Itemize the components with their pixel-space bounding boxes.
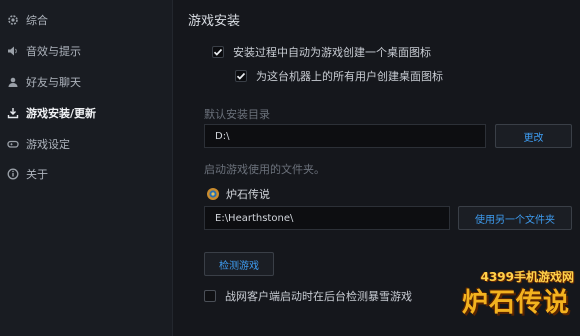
change-button[interactable]: 更改 (495, 124, 572, 148)
sidebar-item-label: 游戏设定 (26, 138, 70, 151)
sidebar-item-friends[interactable]: 好友与聊天 (0, 69, 172, 95)
sidebar-item-general[interactable]: 综合 (0, 7, 172, 33)
checkmark-icon (236, 72, 246, 80)
default-dir-label: 默认安装目录 (204, 108, 270, 121)
use-other-folder-button[interactable]: 使用另一个文件夹 (458, 206, 572, 230)
sidebar-item-label: 好友与聊天 (26, 76, 81, 89)
desktop-icon-checkbox[interactable] (212, 46, 224, 58)
game-path-input[interactable]: E:\Hearthstone\ (204, 206, 450, 230)
sidebar-item-game-settings[interactable]: 游戏设定 (0, 131, 172, 157)
detect-startup-label: 战网客户端启动时在后台检测暴雪游戏 (225, 290, 412, 303)
sidebar-item-about[interactable]: 关于 (0, 161, 172, 187)
sidebar-item-label: 关于 (26, 168, 48, 181)
gamepad-icon (6, 137, 20, 151)
checkmark-icon (213, 48, 223, 56)
detect-startup-option[interactable]: 战网客户端启动时在后台检测暴雪游戏 (204, 288, 412, 304)
watermark-logo: 4399手机游戏网 炉石传说 (454, 268, 574, 334)
hearthstone-icon (207, 188, 219, 200)
desktop-icon-label: 安装过程中自动为游戏创建一个桌面图标 (233, 46, 431, 59)
detect-startup-checkbox[interactable] (204, 290, 216, 302)
sidebar: 综合 音效与提示 好友与聊天 游戏安装/更新 游戏设定 关于 (0, 0, 173, 336)
gear-icon (6, 13, 20, 27)
folder-label: 启动游戏使用的文件夹。 (204, 163, 325, 176)
all-users-checkbox[interactable] (235, 70, 247, 82)
detect-games-button[interactable]: 检测游戏 (204, 252, 274, 276)
watermark-game-logo-text: 炉石传说 (461, 288, 570, 318)
sidebar-item-install-update[interactable]: 游戏安装/更新 (0, 100, 172, 126)
all-users-option[interactable]: 为这台机器上的所有用户创建桌面图标 (235, 68, 443, 84)
sidebar-item-label: 综合 (26, 14, 48, 27)
friends-icon (6, 75, 20, 89)
speaker-icon (6, 44, 20, 58)
game-entry: 炉石传说 (206, 186, 270, 202)
desktop-icon-option[interactable]: 安装过程中自动为游戏创建一个桌面图标 (212, 44, 431, 60)
game-name: 炉石传说 (226, 188, 270, 201)
info-icon (6, 167, 20, 181)
page-title: 游戏安装 (188, 14, 241, 29)
sidebar-item-label: 游戏安装/更新 (26, 107, 97, 120)
sidebar-item-label: 音效与提示 (26, 45, 81, 58)
default-dir-input[interactable]: D:\ (204, 124, 486, 148)
install-icon (6, 106, 20, 120)
all-users-label: 为这台机器上的所有用户创建桌面图标 (256, 70, 443, 83)
sidebar-item-sound[interactable]: 音效与提示 (0, 38, 172, 64)
